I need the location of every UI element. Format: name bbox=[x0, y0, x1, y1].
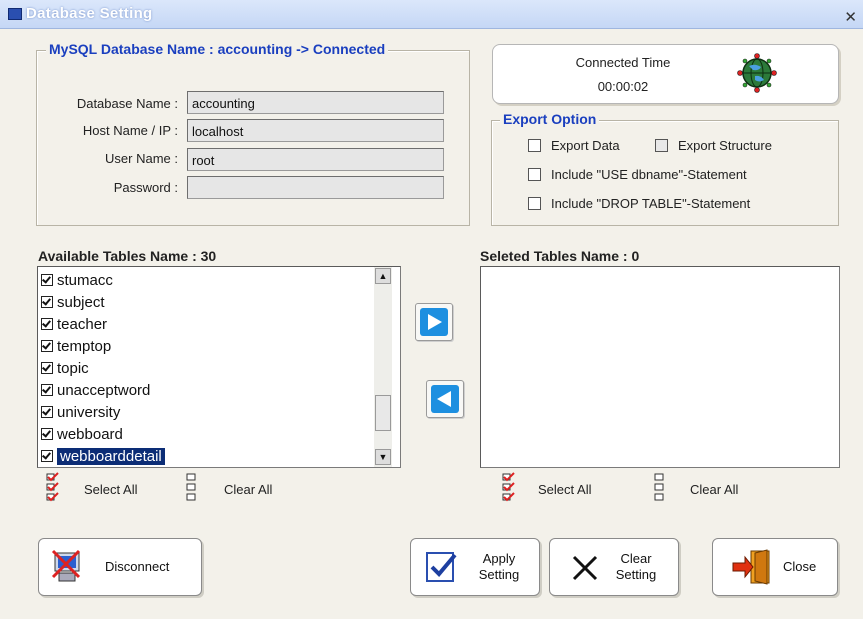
table-name: unacceptword bbox=[57, 381, 151, 399]
export-data-checkbox[interactable]: Export Data bbox=[528, 138, 620, 153]
window-title: Database Setting bbox=[26, 5, 153, 22]
move-right-button[interactable] bbox=[415, 303, 453, 341]
checkmark-icon[interactable] bbox=[41, 318, 53, 330]
clear-all-available-button[interactable]: Clear All bbox=[224, 482, 272, 497]
connected-time-title: Connected Time bbox=[575, 55, 671, 70]
checkmark-icon[interactable] bbox=[41, 450, 53, 462]
move-left-button[interactable] bbox=[426, 380, 464, 418]
include-drop-box[interactable] bbox=[528, 197, 541, 210]
title-bar: Database Setting ✕ bbox=[0, 0, 863, 29]
checkmark-icon[interactable] bbox=[41, 406, 53, 418]
list-item[interactable]: webboarddetail bbox=[38, 445, 374, 467]
include-drop-label: Include "DROP TABLE"-Statement bbox=[551, 196, 751, 211]
select-all-icon[interactable] bbox=[44, 472, 64, 502]
table-name: temptop bbox=[57, 337, 112, 355]
clear-label-line2: Setting bbox=[615, 567, 657, 582]
list-item[interactable]: temptop bbox=[38, 335, 374, 357]
globe-network-icon bbox=[737, 53, 777, 93]
export-data-label: Export Data bbox=[551, 138, 620, 153]
connection-status-panel: Connected Time 00:00:02 bbox=[492, 44, 839, 104]
database-name-field[interactable]: accounting bbox=[187, 91, 444, 114]
database-setting-window: Database Setting ✕ MySQL Database Name :… bbox=[0, 0, 863, 619]
selected-tables-list[interactable] bbox=[480, 266, 840, 468]
select-all-available-button[interactable]: Select All bbox=[84, 482, 137, 497]
available-tables-title: Available Tables Name : 30 bbox=[38, 248, 217, 264]
arrow-right-icon bbox=[420, 308, 448, 336]
scroll-up-arrow-icon[interactable]: ▲ bbox=[375, 268, 391, 284]
table-name: webboard bbox=[57, 425, 123, 443]
connected-time-value: 00:00:02 bbox=[597, 79, 649, 94]
close-button[interactable]: Close bbox=[712, 538, 838, 596]
scroll-thumb[interactable] bbox=[375, 395, 391, 431]
user-name-field[interactable]: root bbox=[187, 148, 444, 171]
list-item[interactable]: subject bbox=[38, 291, 374, 313]
clear-all-icon[interactable] bbox=[652, 472, 666, 502]
select-all-icon[interactable] bbox=[500, 472, 520, 502]
table-name: subject bbox=[57, 293, 105, 311]
checkmark-icon[interactable] bbox=[41, 384, 53, 396]
include-use-checkbox[interactable]: Include "USE dbname"-Statement bbox=[528, 167, 747, 182]
clear-all-icon[interactable] bbox=[184, 472, 198, 502]
checkmark-icon[interactable] bbox=[41, 296, 53, 308]
table-name: teacher bbox=[57, 315, 108, 333]
list-item[interactable]: stumacc bbox=[38, 269, 374, 291]
password-label: Password : bbox=[113, 180, 178, 195]
select-all-selected-button[interactable]: Select All bbox=[538, 482, 591, 497]
table-name: university bbox=[57, 403, 121, 421]
disconnect-label: Disconnect bbox=[105, 559, 170, 574]
apply-setting-button[interactable]: Apply Setting bbox=[410, 538, 540, 596]
export-option-legend: Export Option bbox=[500, 111, 600, 127]
export-structure-label: Export Structure bbox=[678, 138, 772, 153]
available-list-scrollbar[interactable]: ▲ ▼ bbox=[374, 267, 392, 467]
scroll-down-arrow-icon[interactable]: ▼ bbox=[375, 449, 391, 465]
checkmark-icon[interactable] bbox=[41, 428, 53, 440]
app-window-icon bbox=[8, 8, 22, 20]
list-item[interactable]: unacceptword bbox=[38, 379, 374, 401]
table-name: topic bbox=[57, 359, 89, 377]
export-structure-checkbox[interactable]: Export Structure bbox=[655, 138, 772, 153]
list-item[interactable]: topic bbox=[38, 357, 374, 379]
database-name-label: Database Name : bbox=[76, 96, 178, 111]
selected-tables-title: Seleted Tables Name : 0 bbox=[480, 248, 640, 264]
clear-label-line1: Clear bbox=[620, 551, 652, 566]
database-info-legend: MySQL Database Name : accounting -> Conn… bbox=[46, 41, 389, 57]
host-name-label: Host Name / IP : bbox=[82, 123, 178, 138]
checkmark-icon[interactable] bbox=[41, 362, 53, 374]
export-structure-box[interactable] bbox=[655, 139, 668, 152]
user-name-label: User Name : bbox=[105, 151, 178, 166]
arrow-left-icon bbox=[431, 385, 459, 413]
available-tables-list[interactable]: stumacc subject teacher temptop topic un… bbox=[37, 266, 401, 468]
password-field[interactable] bbox=[187, 176, 444, 199]
close-label: Close bbox=[783, 559, 817, 574]
host-name-field[interactable]: localhost bbox=[187, 119, 444, 142]
include-drop-checkbox[interactable]: Include "DROP TABLE"-Statement bbox=[528, 196, 750, 211]
clear-all-selected-button[interactable]: Clear All bbox=[690, 482, 738, 497]
list-item[interactable]: webboard bbox=[38, 423, 374, 445]
table-name: stumacc bbox=[57, 271, 113, 289]
include-use-box[interactable] bbox=[528, 168, 541, 181]
exit-door-icon bbox=[732, 549, 770, 585]
disconnect-computer-icon bbox=[51, 549, 81, 582]
include-use-label: Include "USE dbname"-Statement bbox=[551, 167, 747, 182]
disconnect-button[interactable]: Disconnect bbox=[38, 538, 202, 596]
list-item[interactable]: teacher bbox=[38, 313, 374, 335]
checkmark-icon[interactable] bbox=[41, 274, 53, 286]
apply-check-icon bbox=[426, 552, 457, 582]
checkmark-icon[interactable] bbox=[41, 340, 53, 352]
table-name: webboarddetail bbox=[56, 446, 166, 466]
list-item[interactable]: university bbox=[38, 401, 374, 423]
clear-x-icon bbox=[572, 555, 598, 581]
apply-label-line1: Apply bbox=[482, 551, 516, 566]
apply-label-line2: Setting bbox=[478, 567, 520, 582]
clear-setting-button[interactable]: Clear Setting bbox=[549, 538, 679, 596]
export-data-box[interactable] bbox=[528, 139, 541, 152]
close-window-button[interactable]: ✕ bbox=[844, 8, 857, 26]
